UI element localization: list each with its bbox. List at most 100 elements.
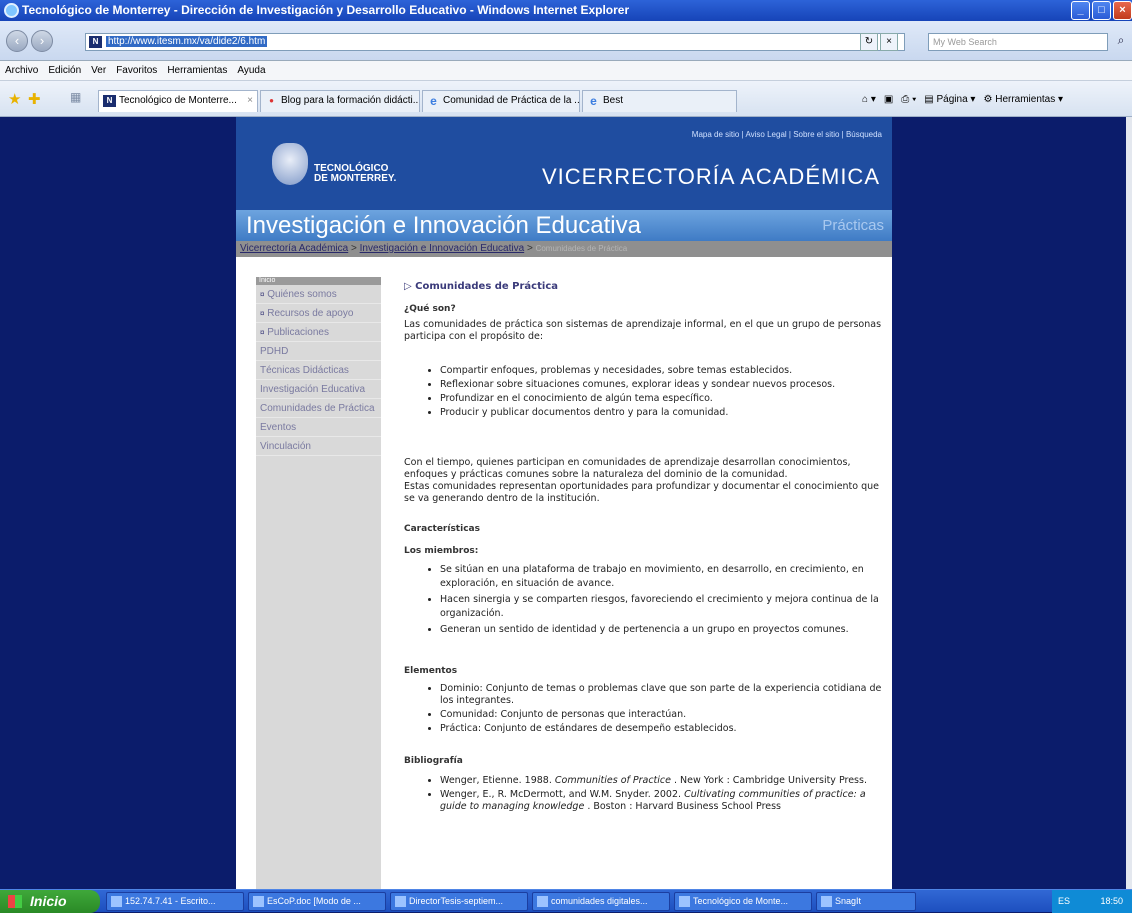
close-button[interactable]: × [1113, 1, 1132, 20]
refresh-icon[interactable]: ↻ [860, 33, 878, 51]
sidebar-item-pdhd[interactable]: PDHD [256, 342, 381, 361]
list-item: Wenger, E., R. McDermott, and W.M. Snyde… [440, 789, 888, 813]
feeds-icon[interactable]: ▣ [884, 90, 893, 110]
menu-bar: Archivo Edición Ver Favoritos Herramient… [0, 61, 1132, 81]
back-button[interactable]: ‹ [6, 30, 28, 52]
taskbar: Inicio 152.74.7.41 - Escrito... EsCoP.do… [0, 889, 1132, 913]
quick-tabs-icon[interactable]: ▦ [70, 90, 81, 104]
section-banner: Investigación e Innovación Educativa Prá… [236, 210, 892, 241]
tab-label: Best [603, 95, 624, 106]
taskbar-item[interactable]: comunidades digitales... [532, 892, 670, 911]
page-title: ▷ Comunidades de Práctica [404, 281, 558, 292]
maximize-button[interactable]: □ [1092, 1, 1111, 20]
taskbar-item[interactable]: DirectorTesis-septiem... [390, 892, 528, 911]
page-menu[interactable]: ▤ Página ▾ [924, 90, 975, 110]
command-bar: ⌂ ▾ ▣ ⎙ ▾ ▤ Página ▾ ⚙ Herramientas ▾ [862, 90, 1063, 110]
breadcrumb-link-investigacion[interactable]: Investigación e Innovación Educativa [360, 243, 525, 254]
main-content: ▷ Comunidades de Práctica ¿Qué son? Las … [404, 277, 888, 815]
app-icon [537, 896, 548, 907]
taskbar-item[interactable]: SnagIt [816, 892, 916, 911]
app-icon [253, 896, 264, 907]
taskbar-item[interactable]: EsCoP.doc [Modo de ... [248, 892, 386, 911]
window-controls: _ □ × [1071, 1, 1132, 20]
sidebar-header[interactable]: Inicio [256, 277, 381, 285]
taskbar-item[interactable]: 152.74.7.41 - Escrito... [106, 892, 244, 911]
list-item: Práctica: Conjunto de estándares de dese… [440, 723, 888, 735]
tab-icon: e [590, 94, 597, 108]
tab-label: Blog para la formación didácti... [281, 95, 420, 106]
banner-section: Prácticas [822, 217, 884, 234]
page-viewport: Mapa de sitio | Aviso Legal | Sobre el s… [0, 117, 1126, 889]
paragraph: Con el tiempo, quienes participan en com… [404, 457, 851, 480]
breadcrumb-link-vicerrectoria[interactable]: Vicerrectoría Académica [240, 243, 348, 254]
list-item: Generan un sentido de identidad y de per… [440, 623, 888, 637]
sidebar: Inicio ¤ Quiénes somos ¤ Recursos de apo… [256, 277, 381, 889]
add-favorite-icon[interactable]: ✚ [28, 90, 41, 108]
sidebar-item-recursos[interactable]: ¤ Recursos de apoyo [256, 304, 381, 323]
sidebar-item-publicaciones[interactable]: ¤ Publicaciones [256, 323, 381, 342]
list-item: Comunidad: Conjunto de personas que inte… [440, 709, 888, 721]
tab-icon: N [103, 95, 116, 107]
site-favicon-icon: N [89, 36, 102, 48]
sidebar-item-tecnicas[interactable]: Técnicas Didácticas [256, 361, 381, 380]
print-icon[interactable]: ⎙ ▾ [901, 90, 916, 110]
menu-ver[interactable]: Ver [91, 61, 106, 80]
address-bar[interactable]: N http://www.itesm.mx/va/dide2/6.htm [85, 33, 905, 51]
breadcrumb: Vicerrectoría Académica > Investigación … [236, 241, 892, 257]
clock: 18:50 [1100, 896, 1124, 906]
forward-button[interactable]: › [31, 30, 53, 52]
top-links[interactable]: Mapa de sitio | Aviso Legal | Sobre el s… [692, 130, 882, 139]
stop-icon[interactable]: × [880, 33, 898, 51]
menu-edicion[interactable]: Edición [48, 61, 81, 80]
list-item: Hacen sinergia y se comparten riesgos, f… [440, 593, 888, 621]
list-item: Se sitúan en una plataforma de trabajo e… [440, 563, 888, 591]
menu-ayuda[interactable]: Ayuda [237, 61, 265, 80]
banner-title: Investigación e Innovación Educativa [246, 212, 641, 239]
app-icon [679, 896, 690, 907]
menu-archivo[interactable]: Archivo [5, 61, 38, 80]
menu-favoritos[interactable]: Favoritos [116, 61, 157, 80]
system-tray: ES 18:50 [1052, 890, 1132, 913]
app-icon [395, 896, 406, 907]
tab-tecnologico[interactable]: N Tecnológico de Monterre... × [98, 90, 258, 112]
vicerrectoria-title: VICERRECTORÍA ACADÉMICA [542, 164, 880, 189]
list-item: Producir y publicar documentos dentro y … [440, 407, 888, 419]
start-button[interactable]: Inicio [0, 890, 100, 913]
que-son-heading: ¿Qué son? [404, 304, 456, 314]
tab-best[interactable]: e Best [582, 90, 737, 112]
elementos-list: Dominio: Conjunto de temas o problemas c… [404, 683, 888, 735]
vertical-scrollbar[interactable] [1126, 117, 1132, 889]
search-input[interactable]: My Web Search [928, 33, 1108, 51]
tools-menu[interactable]: ⚙ Herramientas ▾ [983, 90, 1063, 110]
bibliografia-list: Wenger, Etienne. 1988. Communities of Pr… [404, 775, 888, 813]
search-icon[interactable]: ⌕ [1112, 33, 1130, 51]
sidebar-item-quienes-somos[interactable]: ¤ Quiénes somos [256, 285, 381, 304]
window-title: Tecnológico de Monterrey - Dirección de … [22, 3, 630, 17]
language-indicator[interactable]: ES [1058, 896, 1070, 906]
sidebar-item-vinculacion[interactable]: Vinculación [256, 437, 381, 456]
minimize-button[interactable]: _ [1071, 1, 1090, 20]
elementos-heading: Elementos [404, 666, 458, 676]
sidebar-item-investigacion[interactable]: Investigación Educativa [256, 380, 381, 399]
breadcrumb-current: Comunidades de Práctica [535, 244, 628, 253]
tab-label: Comunidad de Práctica de la ... [443, 95, 580, 106]
list-item: Reflexionar sobre situaciones comunes, e… [440, 379, 888, 391]
miembros-heading: Los miembros: [404, 546, 479, 556]
tabs-bar: ★ ✚ ▦ N Tecnológico de Monterre... × ● B… [0, 81, 1132, 117]
tec-logo-icon[interactable] [272, 143, 308, 185]
site-container: Mapa de sitio | Aviso Legal | Sobre el s… [236, 117, 892, 889]
taskbar-item[interactable]: Tecnológico de Monte... [674, 892, 812, 911]
tab-comunidad[interactable]: e Comunidad de Práctica de la ... [422, 90, 580, 112]
favorites-star-icon[interactable]: ★ [8, 90, 21, 108]
sidebar-item-eventos[interactable]: Eventos [256, 418, 381, 437]
window-titlebar: Tecnológico de Monterrey - Dirección de … [0, 0, 1132, 21]
ie-logo-icon [4, 3, 19, 18]
close-tab-icon[interactable]: × [247, 91, 253, 111]
url-text[interactable]: http://www.itesm.mx/va/dide2/6.htm [106, 36, 268, 47]
home-icon[interactable]: ⌂ ▾ [862, 90, 876, 110]
address-buttons: ↻ × [860, 33, 898, 51]
purposes-list: Compartir enfoques, problemas y necesida… [404, 365, 888, 419]
menu-herramientas[interactable]: Herramientas [167, 61, 227, 80]
tab-blog[interactable]: ● Blog para la formación didácti... [260, 90, 420, 112]
sidebar-item-comunidades[interactable]: Comunidades de Práctica [256, 399, 381, 418]
